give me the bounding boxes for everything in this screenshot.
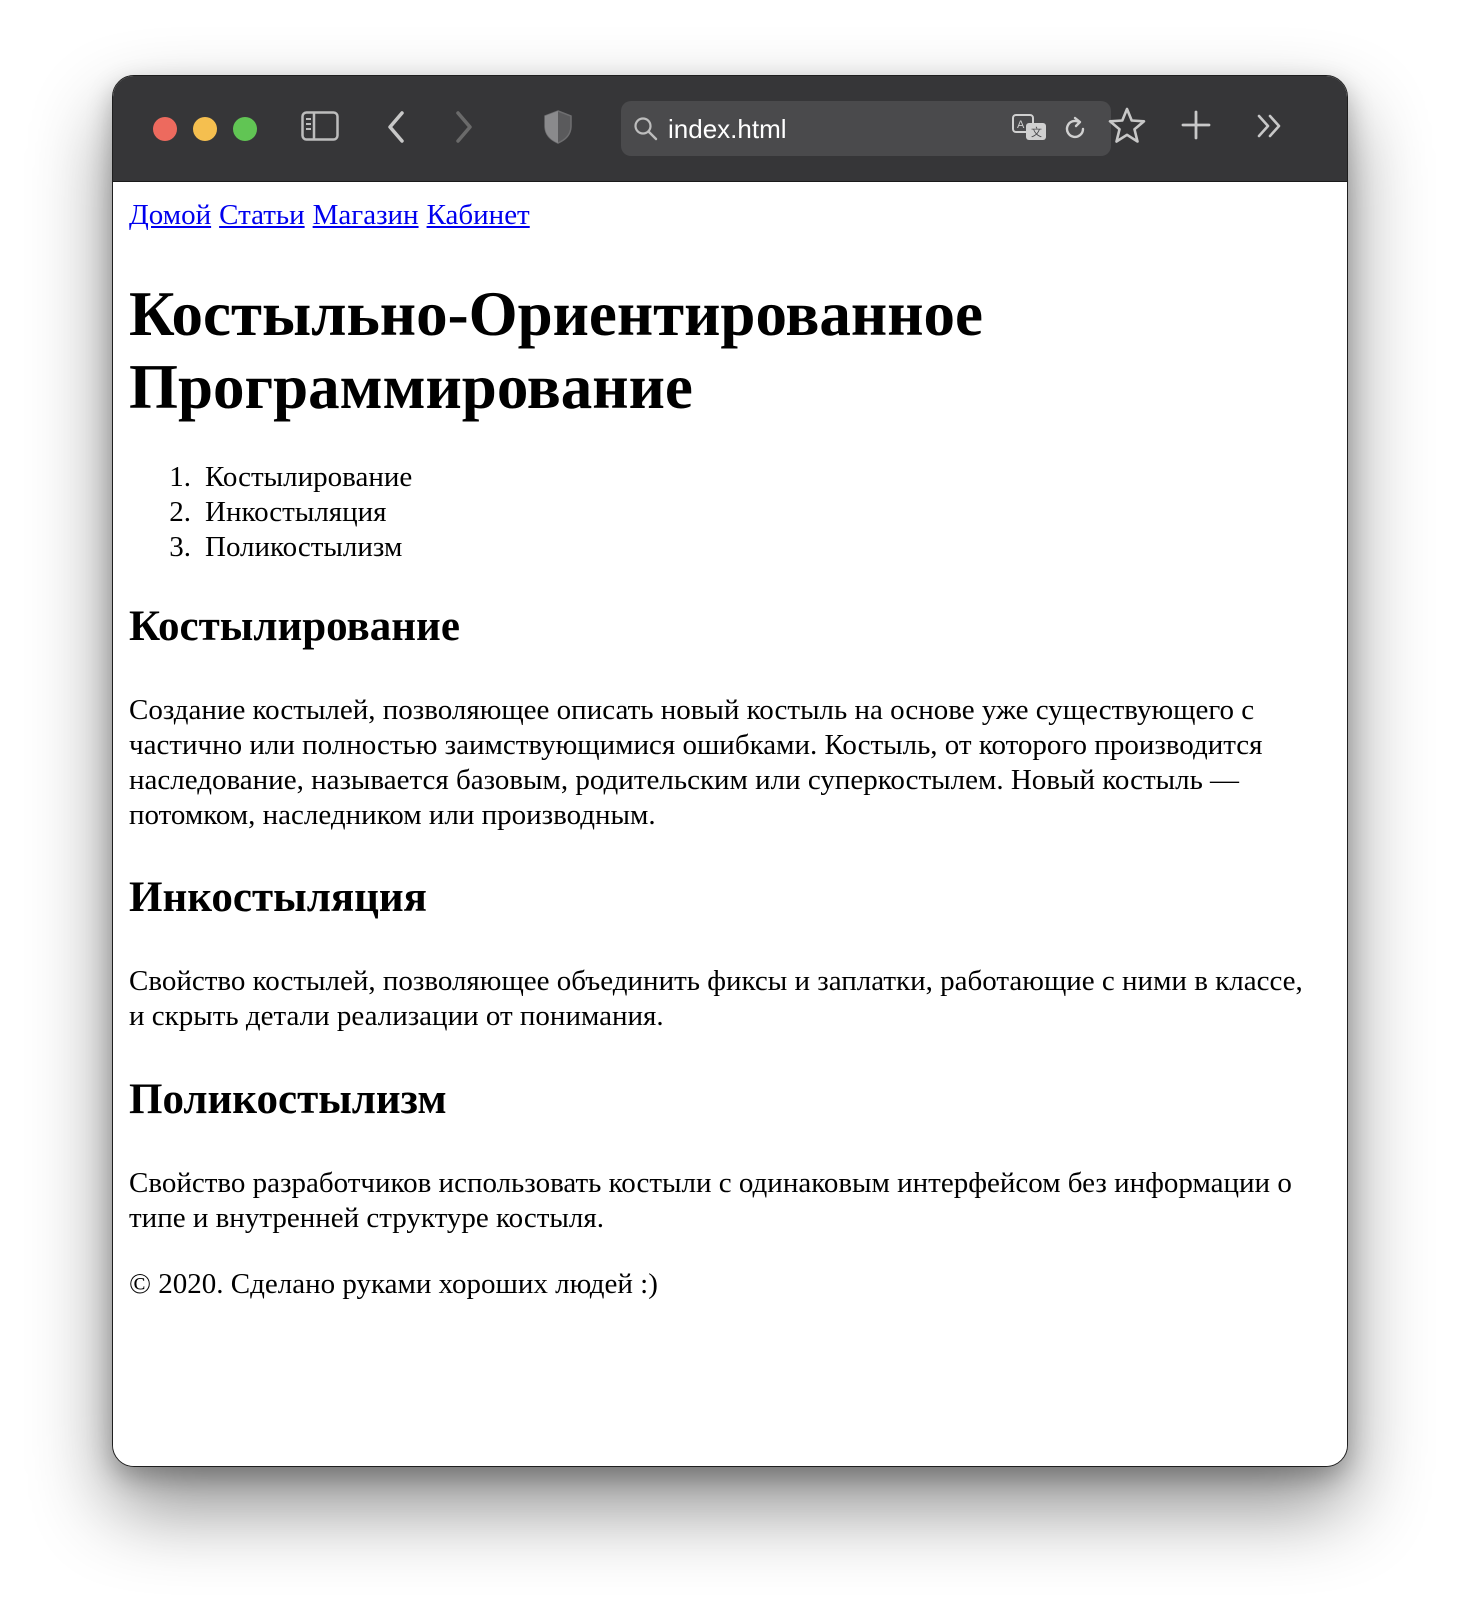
table-of-contents: 1. Костылирование 2. Инкостыляция 3. Полико… [129, 460, 412, 565]
nav-link-home[interactable]: Домой [129, 199, 211, 231]
toc-number: 3. [169, 531, 191, 563]
page-footer: © 2020. Сделано руками хороших людей :) [129, 1268, 658, 1300]
section-text-inheritance: Создание костылей, позволяющее описать н… [129, 694, 1263, 831]
toc-text: Поликостылизм [205, 531, 403, 563]
section-heading-encapsulation: Инкостыляция [129, 874, 427, 921]
toc-text: Инкостыляция [205, 496, 387, 528]
toc-item: 3. Поликостылизм [129, 530, 412, 565]
back-icon[interactable] [385, 109, 407, 145]
svg-text:文: 文 [1031, 125, 1042, 139]
page-title-line-1: Костыльно-Ориентированное [129, 279, 983, 349]
address-bar[interactable]: index.html A 文 [621, 101, 1111, 156]
section-heading-polymorphism: Поликостылизм [129, 1076, 447, 1123]
toc-text: Костылирование [205, 461, 413, 493]
bookmark-star-icon[interactable] [1107, 106, 1147, 146]
shield-icon[interactable] [543, 109, 573, 145]
section-text-polymorphism: Свойство разработчиков использовать кост… [129, 1167, 1292, 1234]
translate-icon[interactable]: A 文 [1011, 113, 1049, 143]
nav-link-account[interactable]: Кабинет [427, 199, 530, 231]
new-tab-icon[interactable] [1180, 109, 1212, 141]
toc-item: 2. Инкостыляция [129, 495, 412, 530]
address-text: index.html [668, 114, 787, 144]
search-icon [634, 117, 658, 141]
close-window-button[interactable] [153, 117, 177, 141]
svg-text:A: A [1017, 119, 1025, 131]
section-text-encapsulation: Свойство костылей, позволяющее объединит… [129, 965, 1303, 1032]
browser-toolbar: index.html A 文 [113, 76, 1347, 182]
page-title: Костыльно-Ориентированное Программировани… [129, 278, 1309, 424]
toc-item: 1. Костылирование [129, 460, 412, 495]
minimize-window-button[interactable] [193, 117, 217, 141]
page-title-line-2: Программирование [129, 352, 693, 422]
section-heading-inheritance: Костылирование [129, 603, 460, 650]
nav-link-shop[interactable]: Магазин [313, 199, 419, 231]
page-content: Домой Статьи Магазин Кабинет Костыльно-Орие… [113, 182, 1347, 1466]
browser-window: index.html A 文 Домой Статьи Магазин Каби… [112, 75, 1348, 1467]
sidebar-icon[interactable] [301, 111, 339, 141]
site-nav: Домой Статьи Магазин Кабинет [129, 198, 538, 232]
reload-icon[interactable] [1061, 115, 1089, 143]
zoom-window-button[interactable] [233, 117, 257, 141]
toc-number: 1. [169, 461, 191, 493]
nav-link-articles[interactable]: Статьи [219, 199, 305, 231]
forward-icon[interactable] [453, 109, 475, 145]
overflow-chevrons-icon[interactable] [1255, 112, 1285, 140]
toc-number: 2. [169, 496, 191, 528]
